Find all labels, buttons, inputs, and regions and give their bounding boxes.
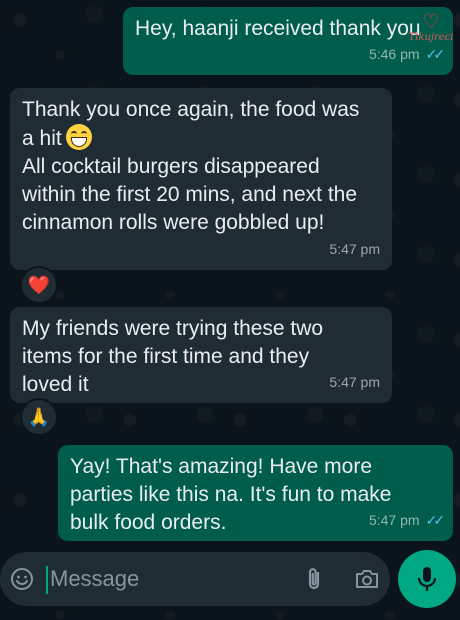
- reaction-heart[interactable]: ❤️: [20, 266, 58, 304]
- text-cursor: [46, 566, 48, 594]
- message-text: My friends were trying these two items f…: [22, 317, 324, 396]
- mic-button[interactable]: [398, 550, 456, 608]
- message-time: 5:47 pm: [329, 241, 380, 257]
- message-meta: 5:47 pm: [329, 368, 380, 396]
- grinning-face-emoji-icon: [65, 124, 92, 150]
- message-text-continued: All cocktail burgers disappeared within …: [22, 155, 358, 234]
- message-time: 5:47 pm: [368, 512, 420, 528]
- incoming-message[interactable]: My friends were trying these two items f…: [10, 307, 392, 403]
- read-ticks-icon: ✓✓: [425, 512, 446, 528]
- paperclip-icon[interactable]: [300, 565, 328, 593]
- outgoing-message[interactable]: Hey, haanji received thank you 5:46 pm ✓…: [123, 7, 453, 75]
- mic-icon: [417, 567, 437, 591]
- folded-hands-emoji-icon: 🙏: [27, 406, 51, 427]
- watermark-logo: ♡ Tikujreci: [408, 10, 454, 48]
- heart-emoji-icon: ❤️: [27, 274, 51, 295]
- camera-icon[interactable]: [353, 565, 381, 593]
- message-time: 5:47 pm: [329, 374, 380, 390]
- outgoing-message[interactable]: Yay! That's amazing! Have more parties l…: [58, 445, 453, 541]
- emoji-icon[interactable]: [8, 565, 36, 593]
- reaction-folded-hands[interactable]: 🙏: [20, 398, 58, 436]
- message-input[interactable]: Message: [50, 564, 139, 594]
- message-meta: 5:47 pm ✓✓: [368, 506, 446, 534]
- heart-logo-icon: ♡: [422, 9, 440, 33]
- message-composer: Message: [0, 552, 390, 606]
- message-text: Hey, haanji received thank you: [135, 17, 421, 40]
- incoming-message[interactable]: Thank you once again, the food was a hit…: [10, 88, 392, 270]
- watermark-text: Tikujreci: [408, 32, 454, 43]
- message-meta: 5:47 pm: [329, 235, 380, 263]
